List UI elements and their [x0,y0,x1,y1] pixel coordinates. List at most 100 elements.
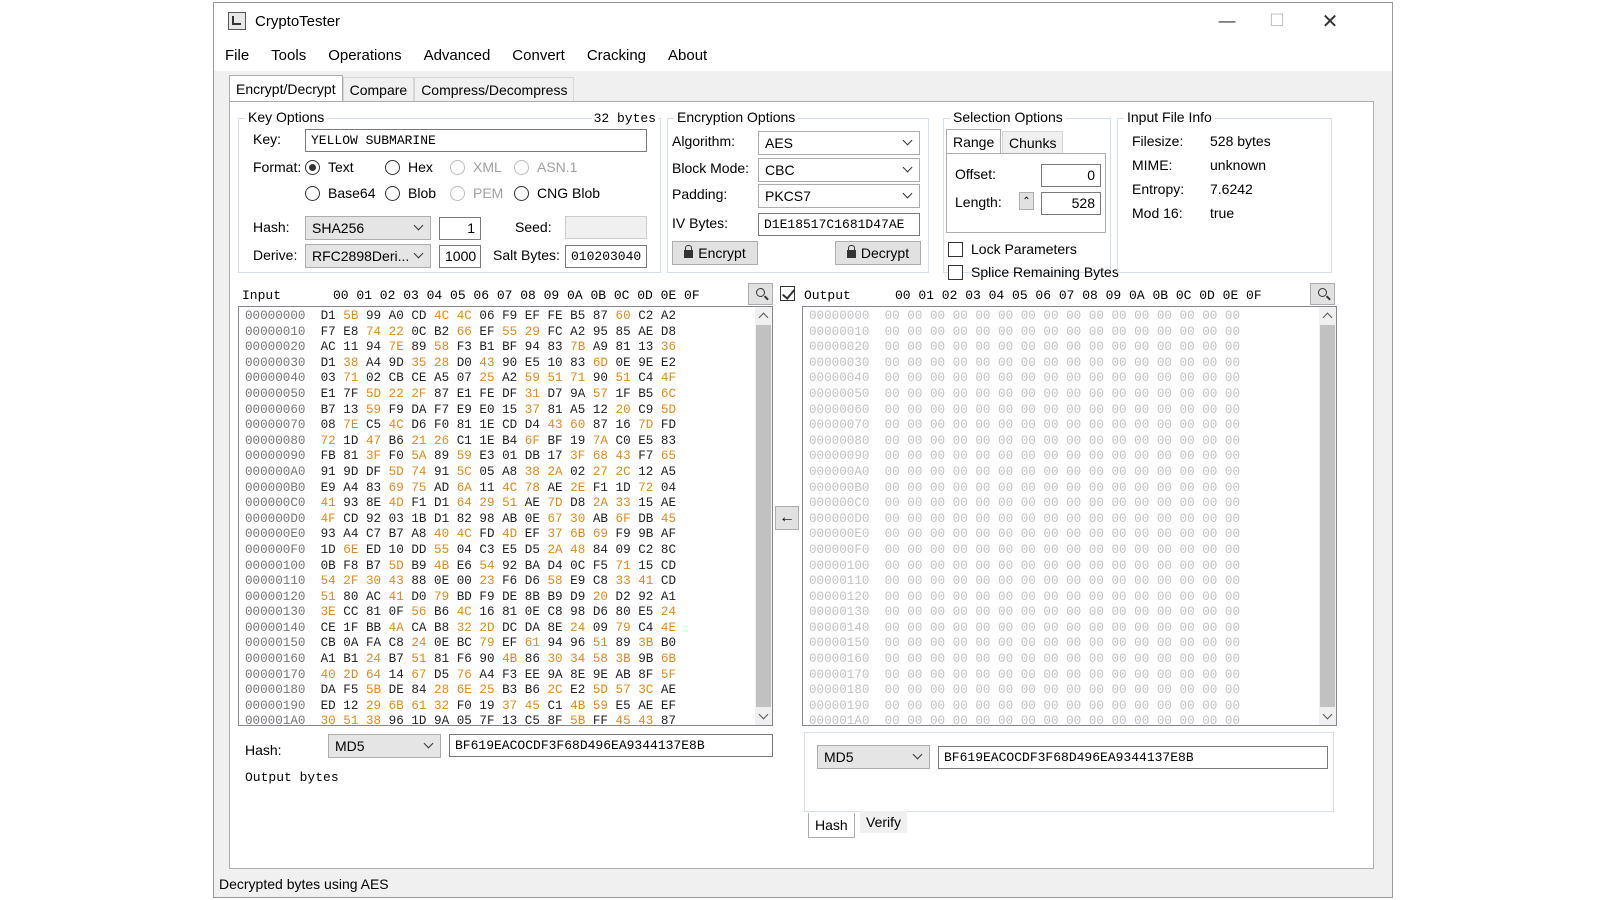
hex-byte: 00 [1111,496,1127,511]
format-hex-radio[interactable]: Hex [385,159,433,175]
maximize-button[interactable]: ☐ [1254,3,1300,39]
hex-byte: 58 [592,652,608,667]
menu-tools[interactable]: Tools [260,47,317,64]
hex-byte: 00 [1066,464,1082,479]
format-text-radio[interactable]: Text [305,159,354,175]
hex-byte: AB [615,667,631,682]
hex-byte: 00 [1179,542,1195,557]
menu-convert[interactable]: Convert [501,47,576,64]
hex-byte: F0 [434,418,450,433]
hex-byte: 00 [1111,433,1127,448]
hex-byte: 00 [1156,371,1172,386]
format-base64-radio[interactable]: Base64 [305,185,375,201]
tab-encrypt-decrypt[interactable]: Encrypt/Decrypt [229,75,343,102]
hex-byte: BB [365,620,382,635]
hex-byte: E5 [615,698,631,713]
output-hash-select[interactable]: MD5 [817,745,930,769]
menu-operations[interactable]: Operations [317,47,412,64]
padding-select[interactable]: PKCS7 [758,184,920,208]
output-search-button[interactable] [1310,283,1335,305]
format-asn1-radio[interactable]: ASN.1 [514,159,577,175]
row-offset: 00000180 [809,683,870,698]
row-offset: 000000A0 [809,464,870,479]
iv-input[interactable]: D1E18517C1681D47AE [758,213,920,236]
hex-byte: 00 [975,324,991,339]
mod16-value: true [1210,205,1235,221]
hex-byte: BC [456,636,472,651]
hex-byte: C4 [638,620,654,635]
offset-input[interactable]: 0 [1041,164,1101,187]
format-cng-blob-radio[interactable]: CNG Blob [514,185,600,201]
output-enabled-checkbox[interactable] [780,286,803,301]
key-input[interactable]: YELLOW SUBMARINE [305,129,647,152]
hex-byte: 4D [388,496,404,511]
input-hash-select[interactable]: MD5 [328,734,441,758]
hex-byte: F5 [592,558,608,573]
hex-byte: AC [365,589,382,604]
hex-byte: 51 [411,652,427,667]
hex-byte: 34 [570,652,586,667]
input-hash-value[interactable]: BF619EACOCDF3F68D496EA9344137E8B [449,734,773,757]
hex-row: 00000160 A1 B1 24 B7 51 81 F6 90 4B 86 3… [239,652,772,668]
menu-cracking[interactable]: Cracking [576,47,657,64]
hex-byte: 00 [1134,683,1150,698]
tab-compress-decompress[interactable]: Compress/Decompress [414,77,575,101]
hex-byte: 81 [365,605,382,620]
close-button[interactable]: ✕ [1307,3,1353,39]
output-scrollbar[interactable] [1319,307,1336,725]
derive-select[interactable]: RFC2898Deri... [305,244,431,268]
minimize-button[interactable]: — [1204,3,1250,39]
hex-row: 00000120 51 80 AC 41 D0 79 BD F9 DE 8B B… [239,590,772,606]
hex-byte: D1 [434,496,450,511]
input-hex-view[interactable]: 00000000 D1 5B 99 A0 CD 4C 4C 06 F9 EF F… [238,306,773,726]
hex-byte: 00 [1066,574,1082,589]
hex-byte: 00 [1179,340,1195,355]
hex-byte: A2 [570,324,586,339]
lock-parameters-checkbox[interactable]: Lock Parameters [948,241,1077,257]
splice-remaining-checkbox[interactable]: Splice Remaining Bytes [948,264,1119,280]
hex-byte: 9B [638,527,654,542]
hex-byte: EF [524,527,540,542]
format-pem-radio[interactable]: PEM [450,185,503,201]
length-max-button[interactable]: ⌃ [1019,192,1034,210]
hash-iterations-input[interactable]: 1 [439,217,481,240]
seed-input[interactable] [565,216,647,239]
copy-output-to-input-button[interactable]: ← [775,506,799,530]
hex-byte: 00 [1134,527,1150,542]
decrypt-button[interactable]: Decrypt [835,241,921,265]
menu-about[interactable]: About [657,47,718,64]
input-scrollbar[interactable] [755,307,772,725]
iv-label: IV Bytes: [672,215,729,231]
hex-byte: 00 [1066,371,1082,386]
hex-byte: A5 [434,371,450,386]
hex-row: 00000000 00 00 00 00 00 00 00 00 00 00 0… [803,309,1336,325]
hex-byte: D1 [320,309,336,323]
tab-range[interactable]: Range [946,129,1002,153]
format-blob-radio[interactable]: Blob [385,185,436,201]
hex-byte: 00 [1134,386,1150,401]
tab-chunks[interactable]: Chunks [1002,131,1064,153]
length-input[interactable]: 528 [1041,192,1101,215]
tab-hash[interactable]: Hash [808,813,855,838]
block-mode-select[interactable]: CBC [758,158,920,182]
algorithm-select[interactable]: AES [758,131,920,155]
format-xml-radio[interactable]: XML [450,159,502,175]
hex-byte: 00 [1224,480,1241,495]
menu-file[interactable]: File [214,47,260,64]
derive-iterations-input[interactable]: 1000 [439,245,481,268]
hex-byte: 00 [1134,418,1150,433]
hex-byte: 1F [615,386,631,401]
hex-byte: 98 [479,511,495,526]
hex-byte: 00 [1088,355,1104,370]
hex-byte: 00 [1043,480,1059,495]
salt-input[interactable]: 010203040 [565,245,647,268]
encrypt-button[interactable]: Encrypt [672,241,758,265]
tab-compare[interactable]: Compare [342,77,415,101]
input-search-button[interactable] [748,283,773,305]
menu-advanced[interactable]: Advanced [413,47,502,64]
tab-verify[interactable]: Verify [860,811,908,833]
output-hex-view[interactable]: 00 00 00 00 00 00 00 00 00 00 00 00 00 00 0… [802,306,1337,726]
output-hash-value[interactable]: BF619EACOCDF3F68D496EA9344137E8B [938,746,1328,769]
hex-byte: 00 [952,652,968,667]
key-hash-select[interactable]: SHA256 [305,216,431,240]
